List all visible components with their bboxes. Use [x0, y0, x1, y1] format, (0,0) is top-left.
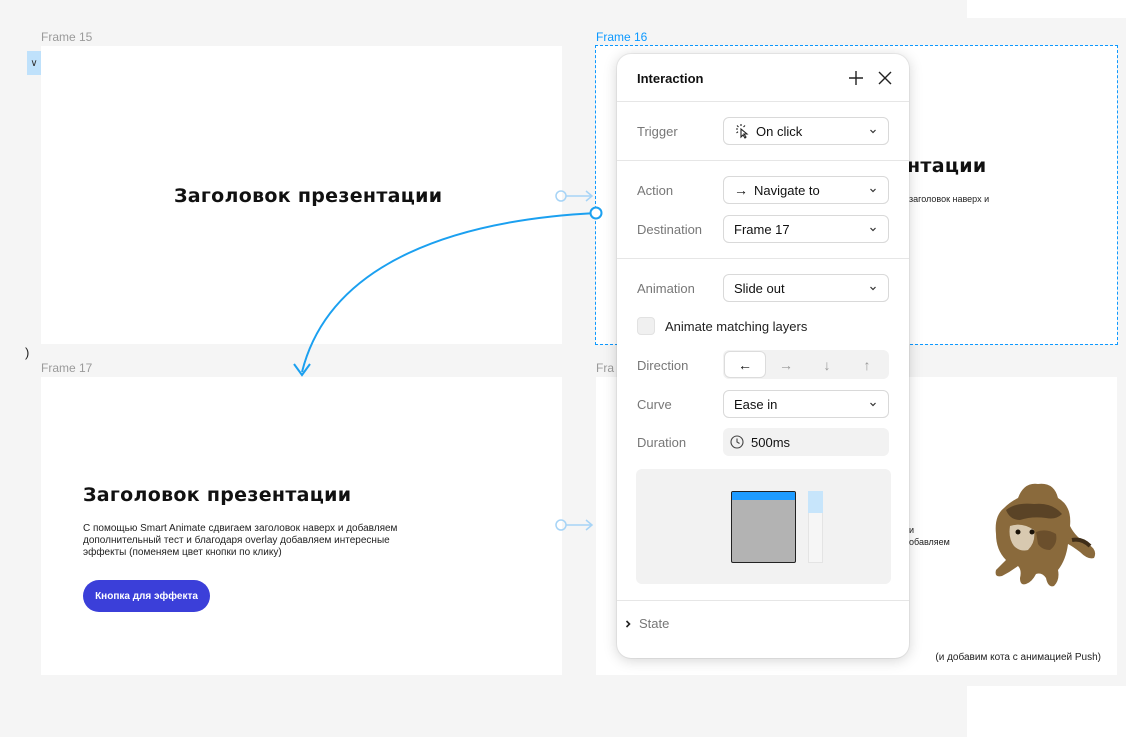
action-select[interactable]: → Navigate to	[723, 176, 889, 204]
canvas-edge-bottom	[967, 686, 1126, 737]
curve-select[interactable]: Ease in	[723, 390, 889, 418]
arrow-right-icon: →	[734, 182, 748, 198]
frame-15-title: Заголовок презентации	[174, 185, 443, 207]
chevron-down-icon	[870, 402, 876, 407]
interaction-panel: Interaction Trigger On click Action → Na…	[617, 54, 909, 658]
animation-label: Animation	[637, 281, 695, 296]
direction-segmented-control: ← → ↓ ↑	[723, 350, 889, 379]
panel-header: Interaction	[617, 54, 909, 102]
chevron-down-icon	[870, 227, 876, 232]
direction-up-button[interactable]: ↑	[847, 352, 887, 377]
divider	[617, 160, 909, 161]
direction-down-button[interactable]: ↓	[807, 352, 847, 377]
frame-15[interactable]: Заголовок презентации	[41, 46, 562, 344]
duration-input[interactable]: 500ms	[723, 428, 889, 456]
frame-16-label[interactable]: Frame 16	[596, 30, 647, 44]
effect-button[interactable]: Кнопка для эффекта	[83, 580, 210, 612]
add-interaction-button[interactable]	[845, 67, 867, 89]
animate-matching-checkbox[interactable]	[637, 317, 655, 335]
frame-15-label[interactable]: Frame 15	[41, 30, 92, 44]
animation-select[interactable]: Slide out	[723, 274, 889, 302]
frame-16-title-partial: нтации	[907, 155, 987, 177]
preview-destination-header	[808, 491, 823, 513]
state-section-toggle[interactable]: State	[623, 616, 669, 631]
divider	[617, 600, 909, 601]
duration-value: 500ms	[751, 434, 791, 450]
offscreen-marker: )	[25, 345, 30, 360]
frame-17[interactable]: Заголовок презентации С помощью Smart An…	[41, 377, 562, 675]
cat-image[interactable]	[976, 480, 1098, 588]
timer-icon	[730, 435, 744, 449]
frame-18-label[interactable]: Fra	[596, 361, 614, 375]
preview-source-header	[732, 492, 795, 500]
animation-preview	[636, 469, 891, 584]
chevron-down-icon	[870, 188, 876, 193]
frame-17-label[interactable]: Frame 17	[41, 361, 92, 375]
frame-18-text-partial-1: и	[909, 525, 915, 535]
frame-17-body-text: С помощью Smart Animate сдвигаем заголов…	[83, 523, 398, 558]
duration-label: Duration	[637, 435, 687, 450]
state-label: State	[639, 616, 670, 631]
trigger-label: Trigger	[637, 124, 678, 139]
curve-label: Curve	[637, 397, 672, 412]
divider	[617, 258, 909, 259]
chevron-right-icon	[625, 619, 631, 628]
direction-label: Direction	[637, 358, 689, 373]
trigger-select[interactable]: On click	[723, 117, 889, 145]
preview-source-frame	[731, 491, 796, 563]
destination-label: Destination	[637, 222, 703, 237]
tap-icon	[736, 124, 749, 139]
chevron-down-icon	[870, 129, 876, 134]
plus-icon	[849, 71, 863, 85]
close-panel-button[interactable]	[874, 67, 896, 89]
frame-18-text-partial-2: обавляем	[909, 537, 950, 547]
frame-16-text-partial: заголовок наверх и	[909, 194, 990, 204]
close-icon	[878, 71, 892, 85]
animate-matching-label[interactable]: Animate matching layers	[665, 319, 807, 334]
trigger-value: On click	[756, 123, 803, 139]
destination-select[interactable]: Frame 17	[723, 215, 889, 243]
frame-17-title: Заголовок презентации	[83, 484, 352, 506]
action-value: Navigate to	[754, 182, 820, 198]
canvas-edge-top	[967, 0, 1126, 18]
destination-value: Frame 17	[734, 221, 790, 237]
action-label: Action	[637, 183, 674, 198]
chevron-down-icon	[870, 286, 876, 291]
offscreen-frame-chip[interactable]: ∨	[27, 51, 41, 75]
direction-right-button[interactable]: →	[766, 352, 806, 377]
cat-caption: (и добавим кота с анимацией Push)	[935, 652, 1101, 663]
animation-value: Slide out	[734, 280, 785, 296]
direction-left-button[interactable]: ←	[725, 352, 765, 377]
curve-value: Ease in	[734, 396, 778, 412]
panel-title: Interaction	[637, 71, 704, 86]
